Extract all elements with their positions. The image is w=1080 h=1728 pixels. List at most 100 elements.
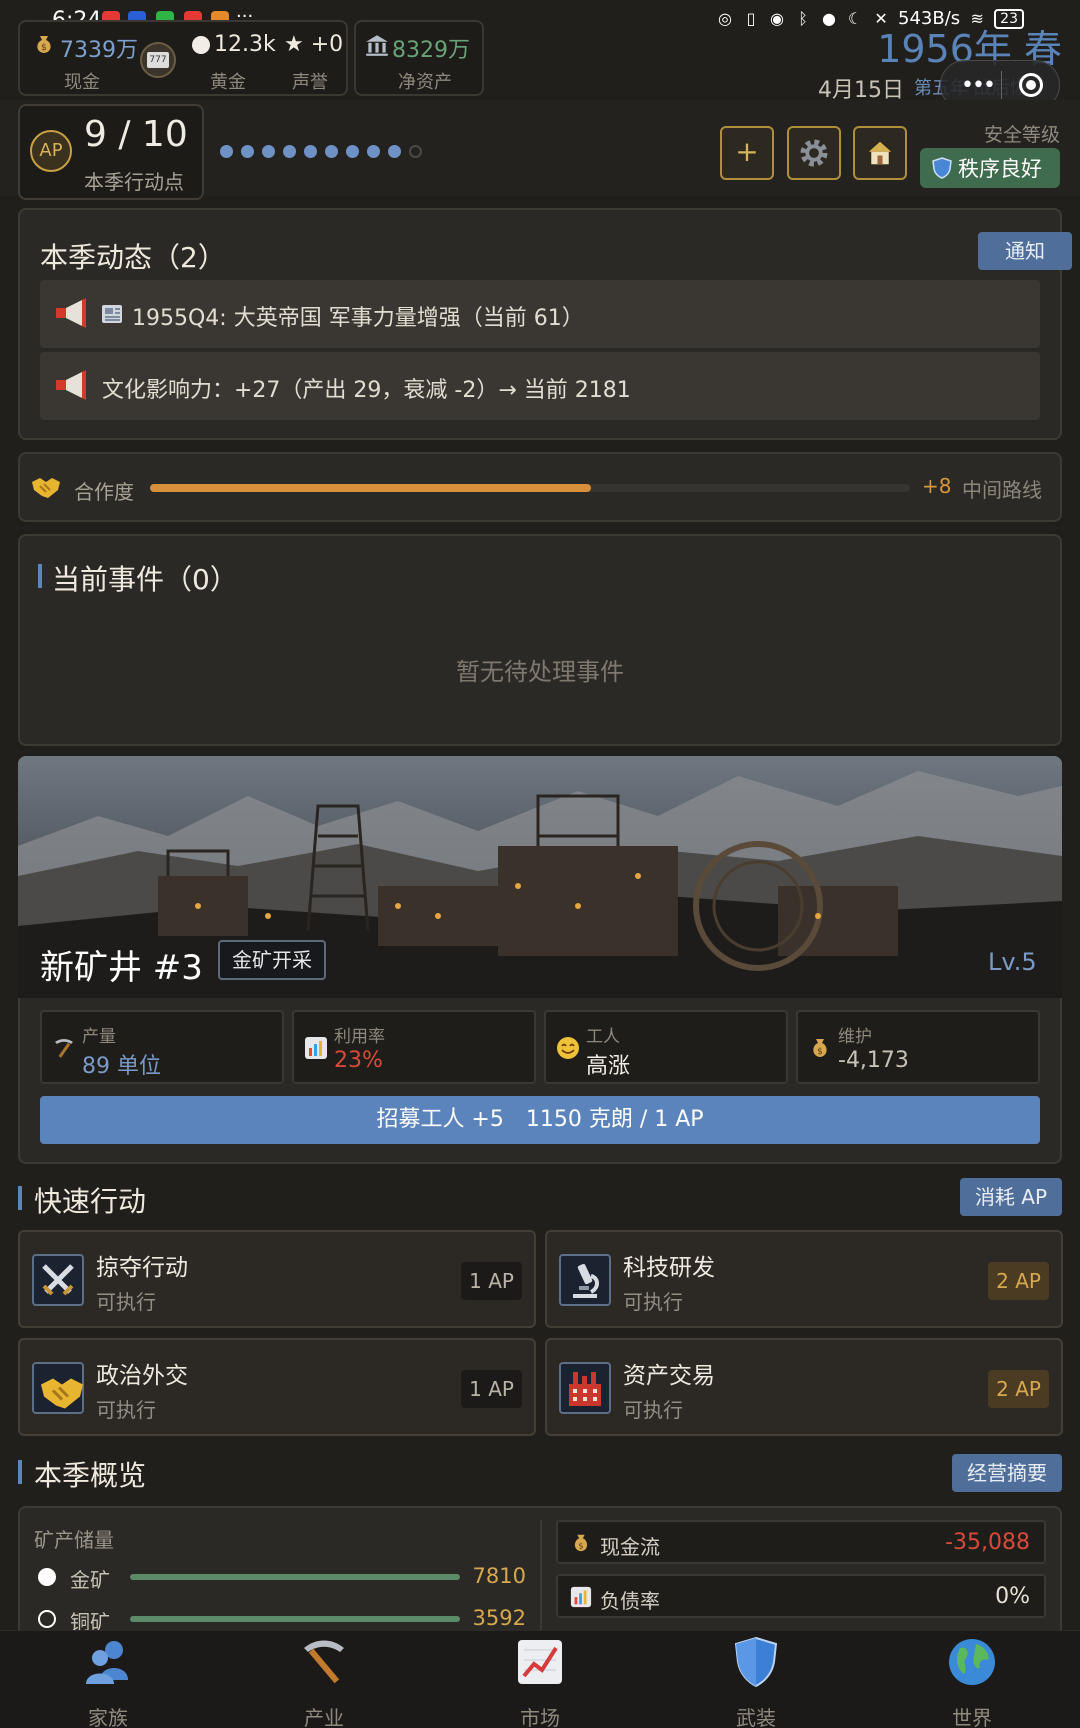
metric-key: 现金流	[600, 1535, 660, 1559]
nav-armed[interactable]: 武装	[686, 1636, 826, 1728]
capsule-divider	[1001, 71, 1002, 99]
reserve-name: 金矿	[70, 1568, 110, 1592]
ap-dot	[220, 145, 233, 158]
dynamics-item-text: 文化影响力：+27（产出 29，衰减 -2）→ 当前 2181	[102, 378, 631, 403]
action-cost: 1 AP	[461, 1262, 522, 1300]
consume-ap-button[interactable]: 消耗 AP	[960, 1178, 1062, 1216]
svg-text:$: $	[817, 1047, 823, 1057]
gold-coin-icon	[192, 36, 210, 54]
pickaxe-icon	[304, 1640, 344, 1684]
bar-chart-icon	[570, 1586, 592, 1608]
stat-maintenance-value: -4,173	[838, 1048, 909, 1073]
gold-dot-icon	[38, 1568, 56, 1586]
ap-badge-icon: AP	[30, 130, 72, 172]
action-state: 可执行	[623, 1398, 683, 1422]
money-bag-icon: $	[574, 1534, 588, 1552]
section-accent	[18, 1186, 22, 1210]
action-research[interactable]: 科技研发 可执行 2 AP	[545, 1230, 1063, 1328]
nav-industry[interactable]: 产业	[254, 1636, 394, 1728]
action-raid[interactable]: 掠夺行动 可执行 1 AP	[18, 1230, 536, 1328]
net-assets-panel[interactable]: 8329万 净资产	[354, 20, 484, 96]
stat-workers: 工人 高涨	[544, 1010, 788, 1084]
factory-icon	[559, 1362, 611, 1414]
safety-label: 安全等级	[983, 124, 1060, 146]
close-miniprogram-icon[interactable]	[1019, 73, 1043, 97]
gear-icon	[800, 139, 828, 167]
microscope-icon	[559, 1254, 611, 1306]
action-state: 可执行	[96, 1398, 156, 1422]
stat-output-value: 89 单位	[82, 1054, 161, 1079]
dynamics-item[interactable]: 1955Q4: 大英帝国 军事力量增强（当前 61）	[40, 280, 1040, 348]
ap-dot	[325, 145, 338, 158]
megaphone-icon	[56, 298, 86, 328]
business-summary-button[interactable]: 经营摘要	[952, 1454, 1062, 1492]
nav-label: 世界	[952, 1706, 992, 1728]
dynamics-title: 本季动态（2）	[40, 241, 226, 274]
gold-label: 黄金	[210, 72, 246, 93]
stat-utilization-label: 利用率	[334, 1027, 385, 1047]
globe-icon	[949, 1639, 995, 1685]
action-diplomacy[interactable]: 政治外交 可执行 1 AP	[18, 1338, 536, 1436]
crossed-swords-icon	[32, 1254, 84, 1306]
resource-panel[interactable]: $ 7339万 现金 777 12.3k 黄金 ★ +0 声誉	[18, 20, 348, 96]
bank-icon	[366, 35, 388, 56]
nav-label: 产业	[304, 1706, 344, 1728]
money-bag-icon: $	[813, 1039, 827, 1057]
section-accent	[18, 1460, 22, 1484]
money-bag-icon: $	[37, 36, 51, 53]
cash-value: 7339万	[60, 38, 138, 63]
ap-dot	[241, 145, 254, 158]
net-assets-value: 8329万	[392, 38, 470, 63]
safety-badge[interactable]: 秩序良好	[920, 148, 1060, 188]
action-asset-trade[interactable]: 资产交易 可执行 2 AP	[545, 1338, 1063, 1436]
ap-dot	[262, 145, 275, 158]
recruit-workers-button[interactable]: 招募工人 +5 1150 克朗 / 1 AP	[40, 1096, 1040, 1144]
nav-label: 市场	[520, 1706, 560, 1728]
moon-icon: ☾	[847, 8, 863, 28]
events-title: 当前事件（0）	[52, 563, 238, 596]
more-menu-icon[interactable]: •••	[961, 73, 996, 98]
add-button[interactable]: +	[720, 126, 774, 180]
metric-value: -35,088	[945, 1530, 1030, 1555]
prestige-value: ★ +0	[284, 32, 344, 57]
mine-level: Lv.5	[988, 948, 1037, 976]
metric-debt-ratio: 负债率 0%	[556, 1574, 1046, 1618]
ap-dot	[346, 145, 359, 158]
nav-market[interactable]: 市场	[470, 1636, 610, 1728]
action-name: 资产交易	[623, 1363, 715, 1389]
location-icon: ●	[822, 8, 836, 28]
metric-value: 0%	[995, 1584, 1030, 1609]
net-assets-label: 净资产	[398, 72, 452, 93]
nav-family[interactable]: 家族	[38, 1636, 178, 1728]
cooperation-label: 合作度	[74, 480, 134, 504]
dynamics-item[interactable]: 文化影响力：+27（产出 29，衰减 -2）→ 当前 2181	[40, 352, 1040, 420]
chart-up-icon	[518, 1640, 562, 1684]
ap-dot	[367, 145, 380, 158]
ap-value: 9 / 10	[84, 114, 188, 155]
stat-maintenance: $ 维护 -4,173	[796, 1010, 1040, 1084]
notification-button[interactable]: 通知	[978, 232, 1072, 270]
overview-title: 本季概览	[34, 1459, 147, 1492]
nav-label: 家族	[88, 1706, 128, 1728]
megaphone-icon	[56, 370, 86, 400]
action-name: 科技研发	[623, 1255, 715, 1281]
shield-icon	[932, 157, 952, 179]
eye-icon: ◉	[770, 8, 784, 28]
family-icon	[86, 1641, 128, 1684]
overview-divider	[540, 1520, 542, 1640]
ap-dot	[388, 145, 401, 158]
safety-badge-label: 秩序良好	[958, 157, 1042, 181]
book-icon: ▯	[746, 8, 756, 28]
nav-world[interactable]: 世界	[902, 1636, 1042, 1728]
ap-label: 本季行动点	[84, 170, 184, 194]
home-button[interactable]	[853, 126, 907, 180]
quick-actions-title: 快速行动	[34, 1185, 147, 1218]
settings-button[interactable]	[787, 126, 841, 180]
stat-output: 产量 89 单位	[40, 1010, 284, 1084]
house-icon	[868, 141, 892, 165]
ap-dots	[220, 145, 422, 158]
reserve-bar	[130, 1616, 460, 1622]
newspaper-icon	[102, 305, 122, 323]
slot-machine-icon[interactable]: 777	[140, 42, 176, 78]
reserves-label: 矿产储量	[34, 1528, 114, 1552]
